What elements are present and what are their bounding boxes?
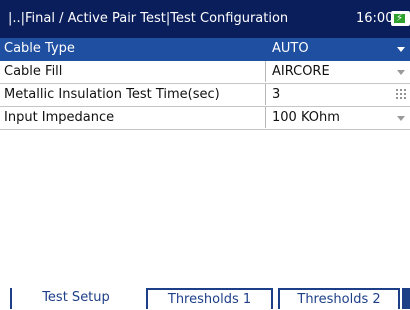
tab-scroll-right-button[interactable] xyxy=(402,288,410,309)
setting-value: AUTO xyxy=(272,41,309,56)
tab-thresholds-2[interactable]: Thresholds 2 xyxy=(278,288,400,309)
cable-type-dropdown[interactable]: AUTO xyxy=(265,38,410,59)
title-bar: |..|Final / Active Pair Test|Test Config… xyxy=(0,0,410,38)
setting-label: Input Impedance xyxy=(4,110,115,125)
chevron-down-icon[interactable] xyxy=(397,116,405,121)
setting-value: 100 KOhm xyxy=(272,110,340,125)
charging-bolt-icon: ⚡ xyxy=(396,13,404,24)
clock: 16:00 xyxy=(356,11,394,26)
insulation-test-time-field[interactable]: 3 xyxy=(265,84,410,105)
setting-label: Cable Fill xyxy=(4,64,63,79)
setting-label: Cable Type xyxy=(4,41,75,56)
setting-value: 3 xyxy=(272,87,281,102)
keypad-icon[interactable] xyxy=(395,88,406,100)
setting-row-insulation-test-time[interactable]: Metallic Insulation Test Time(sec) 3 xyxy=(0,84,410,107)
setting-value: AIRCORE xyxy=(272,64,330,79)
tab-thresholds-1[interactable]: Thresholds 1 xyxy=(146,288,273,309)
setting-row-input-impedance[interactable]: Input Impedance 100 KOhm xyxy=(0,107,410,130)
input-impedance-dropdown[interactable]: 100 KOhm xyxy=(265,107,410,128)
battery-charging-icon: ⚡ xyxy=(391,11,410,26)
setting-label: Metallic Insulation Test Time(sec) xyxy=(4,87,220,102)
chevron-down-icon[interactable] xyxy=(397,47,405,52)
chevron-down-icon[interactable] xyxy=(397,70,405,75)
tab-bar: Test Setup Thresholds 1 Thresholds 2 xyxy=(0,288,410,309)
settings-list: Cable Type AUTO Cable Fill AIRCORE Metal… xyxy=(0,38,410,130)
breadcrumb[interactable]: |..|Final / Active Pair Test|Test Config… xyxy=(8,11,288,26)
setting-row-cable-type[interactable]: Cable Type AUTO xyxy=(0,38,410,61)
tab-test-setup[interactable]: Test Setup xyxy=(10,288,140,309)
setting-row-cable-fill[interactable]: Cable Fill AIRCORE xyxy=(0,61,410,84)
cable-fill-dropdown[interactable]: AIRCORE xyxy=(265,61,410,82)
